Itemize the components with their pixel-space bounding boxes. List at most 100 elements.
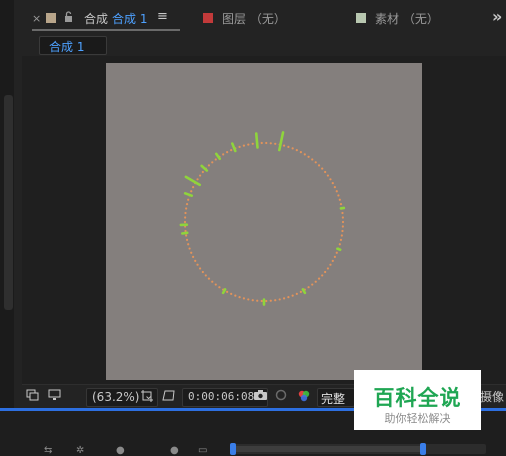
mask-visibility-icon[interactable] [162, 389, 176, 405]
ring-dot [287, 145, 290, 148]
ring-dot [211, 280, 214, 283]
always-preview-icon[interactable] [26, 389, 39, 405]
graph-editor-icon[interactable]: ▭ [198, 445, 207, 456]
watermark-title: 百科全说 [373, 386, 462, 410]
ring-dot [321, 274, 324, 277]
ring-dot [341, 229, 344, 233]
ring-dot [190, 251, 193, 254]
ring-dot [326, 267, 330, 270]
show-snapshot-icon[interactable] [274, 389, 288, 404]
ring-dot [339, 203, 343, 206]
ring-dot [282, 144, 286, 147]
close-tab-icon[interactable]: × [32, 12, 41, 25]
comp-breadcrumb-label: 合成 1 [49, 40, 85, 54]
ring-dot [188, 247, 191, 250]
ring-dot [303, 153, 306, 156]
ring-tick [336, 247, 342, 252]
ring-dot [295, 149, 298, 152]
composition-canvas[interactable] [106, 63, 422, 380]
ring-dot [307, 286, 310, 289]
ring-dot [314, 280, 317, 283]
tab-layer[interactable]: 图层 （无） [222, 10, 286, 27]
ring-dot [331, 182, 334, 185]
ring-tick [214, 152, 222, 161]
ring-dot [278, 298, 281, 301]
tab-overflow-icon[interactable]: » [492, 7, 502, 26]
channel-rgb-icon[interactable] [297, 389, 311, 406]
ring-dot [207, 164, 211, 167]
ring-dot [287, 296, 290, 299]
ring-tick [278, 131, 285, 152]
ring-dot [260, 141, 263, 145]
watermark-logo: 百科全说 助你轻松解决 [354, 370, 481, 430]
ring-dot [234, 294, 237, 297]
ring-dot [183, 220, 187, 224]
ring-dot [187, 198, 190, 201]
ring-dot [196, 263, 199, 266]
ring-dot [187, 243, 190, 246]
ring-dot [329, 263, 332, 266]
magnification-value: (63.2%) [92, 390, 140, 404]
ring-dot [291, 147, 294, 150]
work-area-range[interactable] [236, 446, 426, 452]
safe-zones-icon[interactable] [140, 389, 154, 406]
ring-dot [274, 142, 277, 145]
ring-tick [221, 288, 227, 295]
snapshot-camera-icon[interactable] [253, 389, 268, 404]
ring-tick [200, 164, 209, 172]
comp-breadcrumb-tab[interactable]: 合成 1 [39, 36, 107, 55]
active-camera-select[interactable]: 摄像 [480, 388, 504, 405]
ring-dot [326, 174, 330, 177]
ring-dot [185, 207, 188, 210]
composition-tab-bar: × 合成 合成 1 ≡ 图层 （无） 素材 （无） » [14, 0, 506, 34]
ring-dot [214, 158, 217, 161]
work-area-end-handle[interactable] [420, 443, 426, 455]
ring-dot [339, 238, 343, 241]
ring-tick [231, 142, 237, 153]
work-area-start-handle[interactable] [230, 443, 236, 455]
ring-tick [183, 192, 194, 197]
ring-dot [204, 274, 207, 277]
lock-icon[interactable] [64, 11, 73, 25]
comp-tab-prefix[interactable]: 合成 [84, 10, 108, 27]
ring-dot [307, 155, 310, 158]
comp-flowchart-icon[interactable]: ⇆ [44, 445, 52, 456]
shy-layers-icon[interactable]: ✲ [76, 445, 84, 456]
ring-dot [184, 211, 187, 215]
ring-dot [238, 145, 241, 148]
ring-dot [198, 267, 202, 270]
ring-dot [299, 290, 302, 293]
ring-dot [185, 238, 189, 241]
ring-dot [238, 296, 241, 299]
ring-dot [207, 277, 211, 280]
ring-dot [184, 216, 187, 219]
ring-dot [340, 234, 343, 237]
comp-tab-name[interactable]: 合成 1 [112, 10, 147, 27]
ring-dot [226, 151, 229, 154]
ring-dot [333, 186, 336, 189]
resolution-select[interactable]: 完整 [317, 388, 355, 407]
ring-dot [265, 299, 268, 303]
ring-dot [314, 161, 317, 164]
ring-dot [269, 142, 272, 145]
panel-menu-icon[interactable]: ≡ [157, 9, 168, 24]
panel-scrollbar[interactable] [4, 95, 13, 310]
ring-dot [251, 142, 254, 145]
ring-dot [341, 211, 344, 215]
ring-dot [185, 234, 188, 237]
layer-color-swatch [203, 13, 213, 23]
ring-dot [321, 167, 324, 170]
frame-blending-icon[interactable]: ● [116, 445, 125, 456]
ring-dot [190, 190, 193, 193]
ring-dot [269, 299, 272, 302]
ring-dot [230, 292, 233, 295]
ring-dot [185, 203, 189, 206]
motion-blur-icon[interactable]: ● [170, 445, 179, 456]
ring-dot [218, 286, 221, 289]
tab-footage[interactable]: 素材 （无） [375, 10, 439, 27]
monitor-icon[interactable] [48, 389, 61, 404]
ring-dot [214, 283, 217, 286]
ring-dot [198, 174, 202, 177]
ring-dot [242, 144, 246, 147]
ring-dot [335, 190, 338, 193]
